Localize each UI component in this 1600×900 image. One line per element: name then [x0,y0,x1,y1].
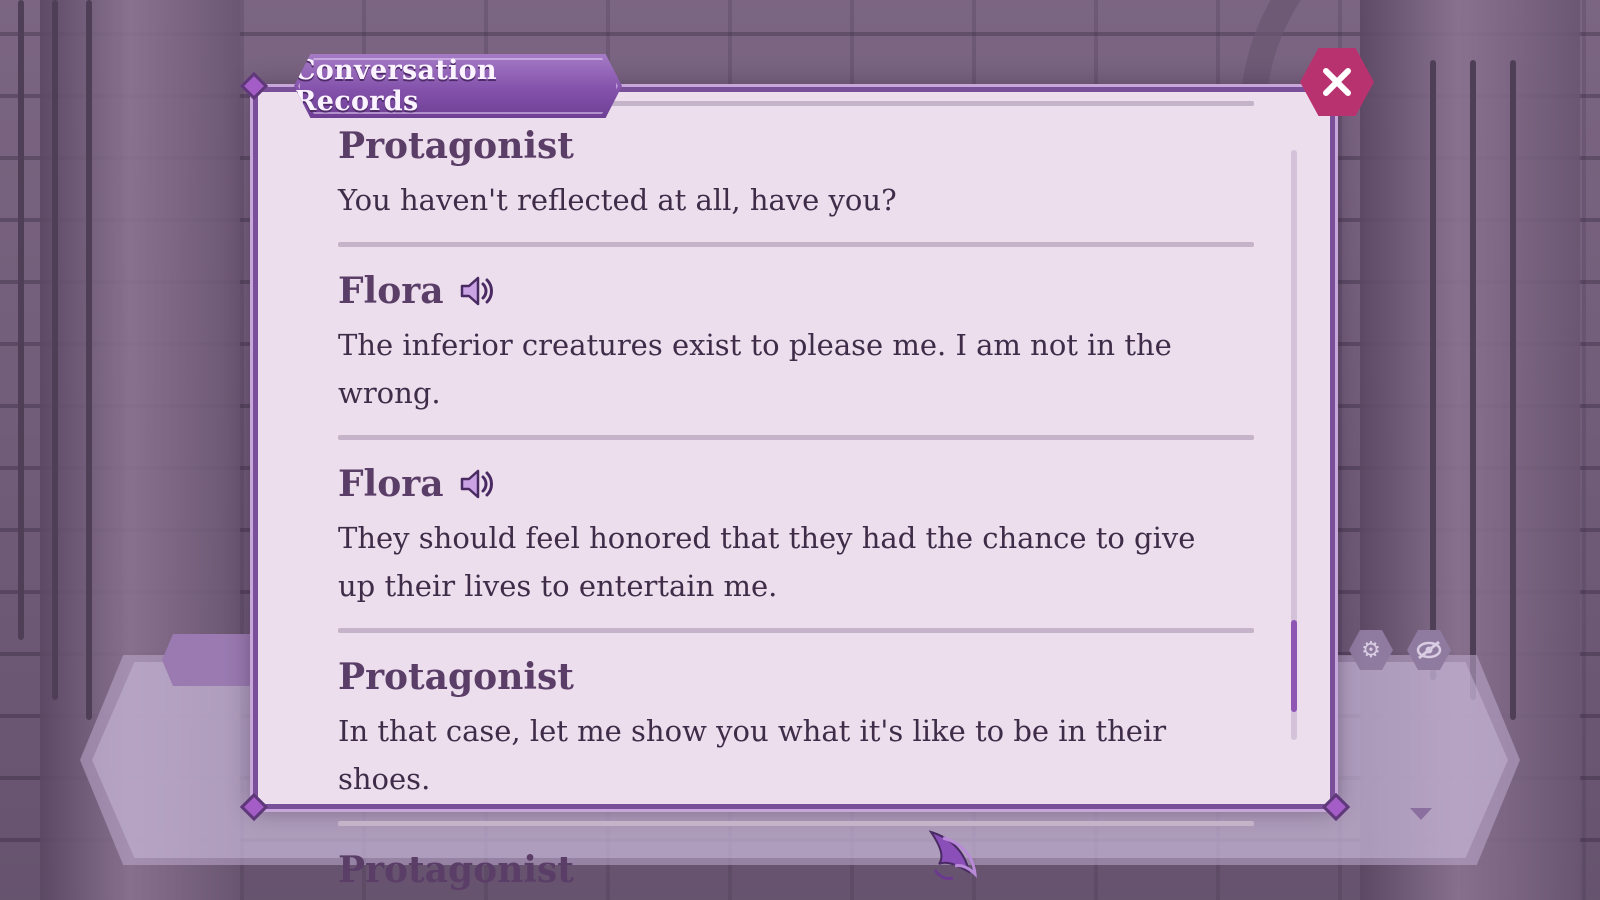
records-list[interactable]: Protagonist You haven't reflected at all… [338,120,1254,896]
record-entry: Flora They should feel honored that they… [338,458,1254,633]
iron-bar [1510,60,1516,720]
record-entry: Protagonist In that case, let me show yo… [338,651,1254,826]
record-text: You haven't reflected at all, have you? [338,183,897,217]
divider [338,435,1254,440]
window-title-tab: Conversation Records [294,54,622,118]
divider [338,242,1254,247]
eye-slash-icon [1416,640,1442,660]
window-title: Conversation Records [294,55,497,117]
speaker-name: Protagonist [338,125,574,167]
close-icon [1323,68,1351,96]
record-entry: Flora The inferior creatures exist to pl… [338,265,1254,440]
iron-bar [52,0,58,700]
gear-icon: ⚙ [1361,637,1381,663]
speaker-name: Flora [338,270,444,312]
record-entry: Protagonist You haven't reflected at all… [338,120,1254,247]
divider [338,821,1254,826]
speaker-name: Protagonist [338,656,574,698]
chevron-down-icon[interactable] [1410,808,1432,820]
scrollbar-thumb[interactable] [1291,620,1297,712]
record-text: The inferior creatures exist to please m… [338,328,1172,410]
record-entry: Protagonist [338,844,1254,896]
speaker-icon[interactable] [458,273,494,309]
iron-bar [18,0,24,640]
scrollbar-track[interactable] [1291,150,1297,740]
record-text: In that case, let me show you what it's … [338,714,1167,796]
iron-bar [1430,60,1436,680]
iron-bar [86,0,92,720]
iron-bar [1470,60,1476,700]
speaker-icon[interactable] [458,466,494,502]
speaker-name: Flora [338,463,444,505]
divider [338,628,1254,633]
record-text: They should feel honored that they had t… [338,521,1196,603]
speaker-name: Protagonist [338,849,574,891]
